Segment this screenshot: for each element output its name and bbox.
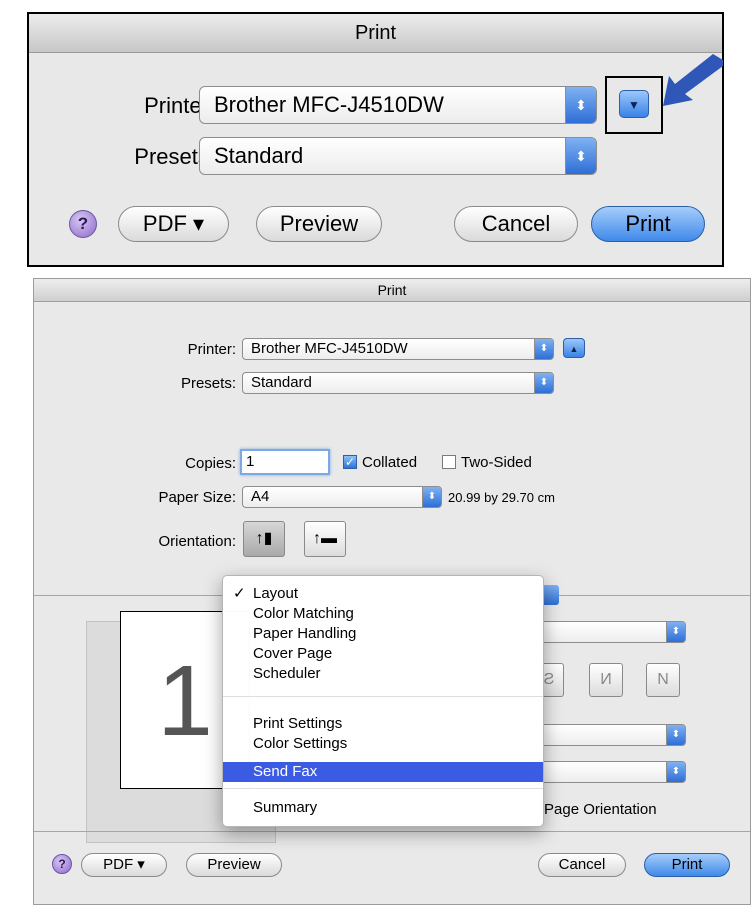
- menu-item-label: Paper Handling: [253, 625, 357, 642]
- menu-item-label: Summary: [253, 799, 318, 816]
- expand-dialog-button[interactable]: ▼: [619, 90, 649, 118]
- collated-label: Collated: [362, 454, 418, 471]
- copies-label: Copies:: [185, 455, 236, 472]
- menu-item-label: Layout: [253, 585, 299, 602]
- page-orientation-label: Page Orientation: [544, 801, 657, 818]
- updown-arrows-icon: ⬍: [666, 762, 685, 782]
- menu-item-cover-page[interactable]: Cover Page: [223, 644, 543, 664]
- cancel-button[interactable]: Cancel: [538, 853, 626, 877]
- menu-item-label: Color Matching: [253, 605, 354, 622]
- printer-popup[interactable]: Brother MFC-J4510DW ⬍: [199, 86, 597, 124]
- presets-value: Standard: [251, 374, 312, 391]
- menu-item-label: Cover Page: [253, 645, 333, 662]
- collated-checkbox[interactable]: ✓: [343, 455, 357, 469]
- menu-item-layout[interactable]: ✓ Layout: [223, 584, 543, 604]
- footer-divider: [34, 831, 750, 832]
- section-menu: ✓ Layout Color Matching Paper Handling C…: [222, 575, 544, 827]
- border-popup[interactable]: ⬍: [530, 724, 686, 746]
- preview-button[interactable]: Preview: [186, 853, 282, 877]
- two-sided-label: Two-Sided: [461, 454, 532, 471]
- printer-value: Brother MFC-J4510DW: [214, 92, 444, 117]
- menu-item-label: Color Settings: [253, 735, 348, 752]
- orientation-label: Orientation:: [158, 533, 236, 550]
- two-sided-checkbox[interactable]: [442, 455, 456, 469]
- presets-label: Presets:: [180, 375, 236, 392]
- printer-value: Brother MFC-J4510DW: [251, 340, 408, 357]
- updown-arrows-icon: ⬍: [422, 487, 441, 507]
- help-button[interactable]: ?: [52, 854, 72, 874]
- menu-item-label: Print Settings: [253, 715, 343, 732]
- menu-item-color-matching[interactable]: Color Matching: [223, 604, 543, 624]
- disclosure-down-icon: ▼: [628, 98, 640, 112]
- presets-popup[interactable]: Standard ⬍: [199, 137, 597, 175]
- print-button[interactable]: Print: [591, 206, 705, 242]
- menu-separator: [223, 788, 543, 789]
- print-button[interactable]: Print: [644, 853, 730, 877]
- layout-direction-button[interactable]: Ν: [646, 663, 680, 697]
- paper-size-popup[interactable]: A4 ⬍: [242, 486, 442, 508]
- collapse-dialog-button[interactable]: ▲: [563, 338, 585, 358]
- print-dialog-collapsed: Print Printer: Brother MFC-J4510DW ⬍ ▼ P…: [27, 12, 724, 267]
- cancel-button[interactable]: Cancel: [454, 206, 578, 242]
- paper-size-dimensions: 20.99 by 29.70 cm: [448, 490, 555, 505]
- help-button[interactable]: ?: [69, 210, 97, 238]
- updown-arrows-icon: ⬍: [534, 373, 553, 393]
- dialog-title: Print: [34, 279, 750, 302]
- preview-button[interactable]: Preview: [256, 206, 382, 242]
- updown-arrows-icon: ⬍: [666, 622, 685, 642]
- layout-popup[interactable]: ⬍: [530, 621, 686, 643]
- menu-item-color-settings[interactable]: Color Settings: [223, 734, 543, 754]
- disclosure-up-icon: ▲: [569, 344, 579, 354]
- portrait-icon: ↑▮: [255, 530, 273, 547]
- layout-direction-icon: И: [600, 671, 612, 688]
- copies-field[interactable]: 1: [240, 449, 330, 475]
- updown-arrows-icon: ⬍: [666, 725, 685, 745]
- printer-label: Printer:: [144, 93, 215, 118]
- paper-size-value: A4: [251, 488, 270, 505]
- menu-item-paper-handling[interactable]: Paper Handling: [223, 624, 543, 644]
- updown-arrows-icon: ⬍: [565, 87, 596, 123]
- landscape-icon: ↑▬: [313, 530, 337, 547]
- two-sided-popup[interactable]: ⬍: [530, 761, 686, 783]
- printer-label: Printer:: [187, 341, 236, 358]
- pointer-arrow-icon: [663, 54, 723, 106]
- layout-direction-icon: Ƨ: [543, 671, 555, 688]
- menu-item-label: Scheduler: [253, 665, 321, 682]
- menu-item-print-settings[interactable]: Print Settings: [223, 714, 543, 734]
- presets-label: Presets:: [134, 144, 215, 169]
- paper-size-label: Paper Size:: [158, 489, 236, 506]
- presets-value: Standard: [214, 143, 304, 168]
- menu-item-send-fax[interactable]: Send Fax: [223, 762, 543, 782]
- presets-popup[interactable]: Standard ⬍: [242, 372, 554, 394]
- checkmark-icon: ✓: [233, 585, 246, 602]
- menu-item-summary[interactable]: Summary: [223, 798, 543, 818]
- checkmark-icon: ✓: [344, 455, 356, 469]
- landscape-orientation-button[interactable]: ↑▬: [304, 521, 346, 557]
- portrait-orientation-button[interactable]: ↑▮: [243, 521, 285, 557]
- updown-arrows-icon: ⬍: [534, 339, 553, 359]
- menu-item-label: Send Fax: [253, 763, 318, 780]
- pdf-button[interactable]: PDF ▾: [81, 853, 167, 877]
- dialog-title: Print: [29, 14, 722, 53]
- menu-item-scheduler[interactable]: Scheduler: [223, 664, 543, 684]
- menu-separator: [223, 696, 543, 697]
- printer-popup[interactable]: Brother MFC-J4510DW ⬍: [242, 338, 554, 360]
- updown-arrows-icon: ⬍: [565, 138, 596, 174]
- layout-direction-button[interactable]: И: [589, 663, 623, 697]
- layout-direction-icon: Ν: [657, 671, 669, 688]
- pdf-button[interactable]: PDF ▾: [118, 206, 229, 242]
